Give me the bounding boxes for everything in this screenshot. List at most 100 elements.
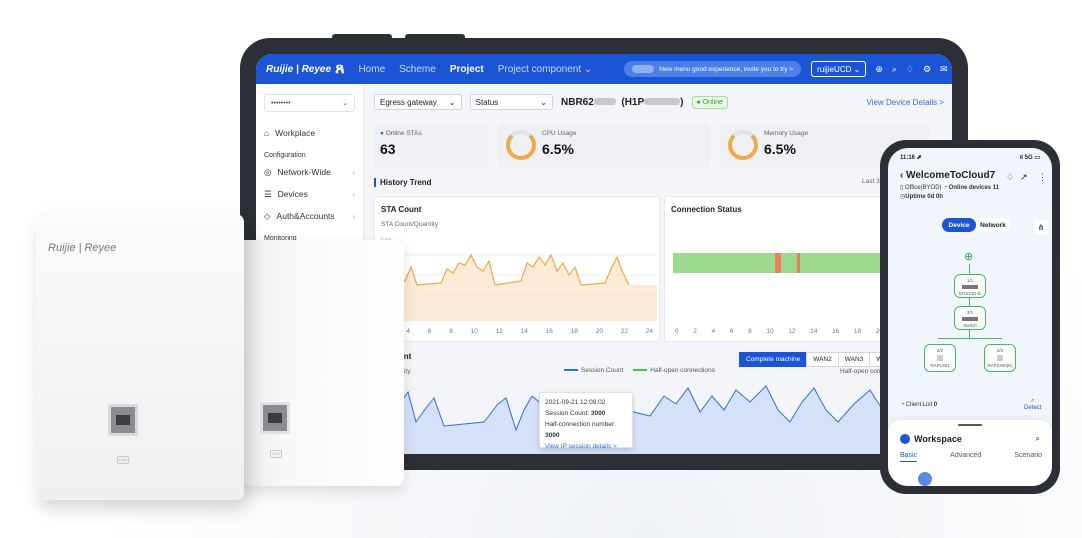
network-select[interactable]: •••••••• ⌄ — [264, 94, 355, 112]
detect-button[interactable]: ⌕ Detect — [1024, 398, 1041, 411]
nav-project-component[interactable]: Project component ⌄ — [498, 64, 593, 75]
sta-line — [381, 253, 630, 286]
legend-label: Half-open connections — [650, 367, 715, 374]
account-name: ruijieUCD — [817, 64, 852, 74]
device-toolbar: Egress gateway ⌄ Status ⌄ NBR62 (H1P) ● On… — [374, 92, 944, 112]
x-tick-label: 18 — [570, 328, 578, 335]
feature-icon[interactable] — [918, 472, 932, 486]
x-tick-label: 6 — [729, 328, 734, 335]
x-tick-label: 20 — [595, 328, 603, 335]
access-point-front: Ruijie | Reyee LAN — [36, 214, 244, 500]
search-icon[interactable]: ⌕ — [892, 64, 897, 75]
mail-icon[interactable]: ✉ — [940, 64, 948, 75]
ap-node[interactable]: 2/2 RAP2200(E) — [984, 344, 1016, 372]
sidebar-item-workplace[interactable]: ⌂ Workplace — [264, 122, 355, 144]
tablet-button — [405, 34, 465, 40]
add-icon[interactable]: ⊕ — [875, 64, 883, 75]
tab-basic[interactable]: Basic — [900, 452, 918, 462]
x-tick-label: 6 — [427, 328, 432, 335]
session-area — [374, 386, 944, 454]
x-tick-label: 4 — [406, 328, 411, 335]
ap-node[interactable]: 2/2 RAP1261 — [924, 344, 956, 372]
x-axis: 02468101214161820 — [675, 328, 883, 335]
status-value: Status — [475, 97, 499, 107]
link-line — [969, 298, 970, 306]
status-select[interactable]: Status ⌄ — [469, 94, 554, 110]
x-tick-label: 12 — [495, 328, 503, 335]
workspace-tabs: Basic Advanced Scenario — [900, 452, 1042, 462]
tab-wan3[interactable]: WAN3 — [837, 352, 871, 367]
workspace-title: Workspace — [900, 434, 962, 444]
redacted-text — [593, 98, 616, 106]
bell-icon[interactable]: ♢ — [1006, 172, 1014, 183]
node-name: Switch — [963, 323, 977, 328]
new-menu-banner[interactable]: New menu good experience, invite you to … — [624, 61, 802, 77]
phone-status-bar: 11:16 ⬈ ıl 5G ▭ — [888, 148, 1052, 166]
topology-icon[interactable]: ⋔ — [1034, 220, 1048, 234]
session-legend: Session Count Half-open connections — [564, 367, 715, 374]
search-icon[interactable]: ⌕ — [1036, 434, 1040, 444]
sta-count-subtitle: STA Count/Quantity — [381, 221, 438, 228]
sta-area — [381, 255, 657, 321]
sidebar-item-devices[interactable]: ☰ Devices › — [264, 183, 355, 205]
tooltip-date: 2021-09-21 12:09:02 — [545, 399, 606, 406]
more-icon[interactable]: ⋮ — [1038, 172, 1047, 183]
connection-down-segment — [797, 253, 800, 273]
link-line — [938, 338, 1002, 339]
toggle-icon — [632, 65, 655, 73]
account-select[interactable]: ruijieUCD ⌄ — [811, 61, 867, 77]
access-point-side: LAN — [232, 240, 404, 486]
workspace-icon — [900, 434, 910, 444]
x-tick-label: 24 — [645, 328, 653, 335]
status-badge: ● Online — [691, 95, 728, 109]
sidebar-section-configuration: Configuration — [264, 152, 306, 159]
cpu-usage-card: CPU Usage 6.5% — [498, 124, 710, 168]
workspace-label: Workspace — [914, 434, 962, 444]
device-name: NBR62 (H1P) — [561, 97, 684, 108]
nav-project[interactable]: Project — [450, 64, 484, 75]
egress-gateway-select[interactable]: Egress gateway ⌄ — [374, 94, 462, 110]
bell-icon[interactable]: ♢ — [906, 64, 914, 75]
client-list-link[interactable]: • Client List 0 — [902, 402, 937, 408]
view-ip-session-details-link[interactable]: View IP session details > — [545, 441, 627, 452]
nav-home[interactable]: Home — [358, 64, 385, 75]
tab-wan2[interactable]: WAN2 — [806, 352, 839, 367]
sheet-handle[interactable] — [958, 424, 982, 426]
phone-screen: 11:16 ⬈ ıl 5G ▭ ‹ WelcomeToCloud7 ♢ ↗ ⋮ … — [888, 148, 1052, 486]
tablet-button — [332, 34, 392, 40]
gear-icon[interactable]: ⚙ — [923, 64, 931, 75]
tooltip-value: 3000 — [590, 410, 606, 417]
x-tick-label: 8 — [449, 328, 453, 335]
main-content: Egress gateway ⌄ Status ⌄ NBR62 (H1P) ● On… — [374, 92, 944, 454]
tab-scenario[interactable]: Scenario — [1014, 452, 1042, 462]
switch-node[interactable]: 3/1 Switch — [954, 306, 986, 330]
cpu-label: CPU Usage — [542, 130, 577, 137]
devices-icon: ☰ — [264, 188, 272, 199]
tab-device[interactable]: Device — [942, 218, 976, 232]
nav-scheme[interactable]: Scheme — [399, 64, 436, 75]
tab-complete-machine[interactable]: Complete machine — [739, 352, 808, 367]
office-row: ▯ Office(BYOD) • Online devices 11 — [900, 184, 999, 193]
online-stas-label: ● Online STAs — [380, 130, 482, 137]
legend-label: Session Count — [581, 367, 624, 374]
globe-icon: ⊕ — [964, 251, 974, 263]
view-device-details-link[interactable]: View Device Details > — [867, 98, 944, 107]
session-count-chart — [374, 385, 944, 454]
tab-advanced[interactable]: Advanced — [950, 452, 981, 462]
cpu-value: 6.5% — [542, 141, 574, 157]
building-icon: ▯ — [900, 185, 904, 191]
session-tooltip: 2021-09-21 12:09:02 Session Count: 3000 … — [539, 392, 633, 450]
tab-network[interactable]: Network — [976, 218, 1010, 232]
share-icon[interactable]: ↗ — [1020, 172, 1028, 183]
legend-swatch — [633, 369, 648, 372]
chevron-right-icon: › — [352, 189, 355, 199]
online-stas-card: ● Online STAs 63 — [374, 124, 488, 168]
x-tick-label: 4 — [711, 328, 716, 335]
gateway-node[interactable]: 1/1 EG210G-E — [954, 274, 986, 298]
sidebar-item-auth-accounts[interactable]: ◇ Auth&Accounts › — [264, 205, 355, 227]
x-tick-label: 8 — [748, 328, 752, 335]
lan-label: LAN — [270, 450, 282, 458]
sidebar-item-network-wide[interactable]: ◎ Network-Wide › — [264, 161, 355, 183]
home-icon: ⌂ — [264, 128, 270, 138]
chevron-down-icon: ⌄ — [448, 97, 456, 107]
